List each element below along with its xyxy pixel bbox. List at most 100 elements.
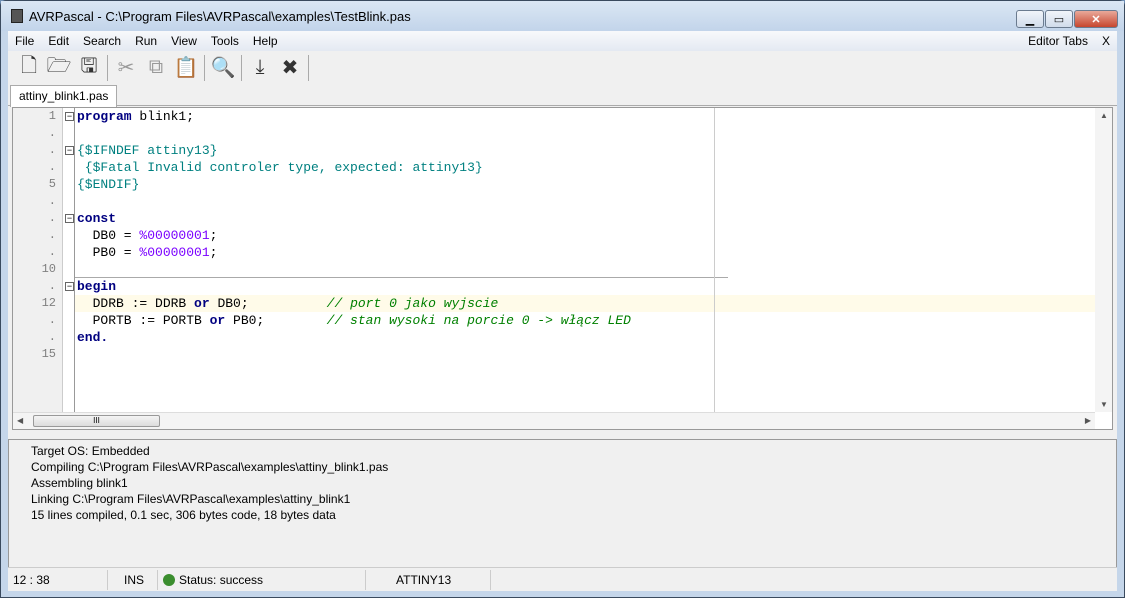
code-token: DB0 = (77, 228, 140, 243)
code-token: {$IFNDEF attiny13} (77, 143, 218, 158)
fold-toggle-icon[interactable]: − (65, 214, 74, 223)
code-token: %00000001 (139, 228, 210, 243)
menu-editor-tabs[interactable]: Editor Tabs (1021, 34, 1095, 48)
fold-toggle-icon[interactable]: − (65, 146, 74, 155)
code-token: ; (209, 228, 218, 243)
code-line[interactable] (75, 261, 1095, 278)
code-line[interactable] (75, 193, 1095, 210)
menu-tools[interactable]: Tools (204, 34, 246, 48)
output-panel: Target OS: Embedded Compiling C:\Program … (8, 439, 1117, 568)
output-line: Target OS: Embedded (31, 444, 150, 458)
code-token: PB0 = (77, 245, 140, 260)
insert-mode: INS (108, 569, 158, 590)
line-number: 10 (41, 262, 56, 276)
output-line: Linking C:\Program Files\AVRPascal\examp… (31, 492, 351, 506)
line-number: 12 (41, 296, 56, 310)
toolbar-separator (241, 54, 242, 81)
line-number: . (48, 330, 56, 344)
code-line[interactable] (75, 125, 1095, 142)
toolbar: 🗋 🗁 🖫 ✂ ⧉ 📋 🔍 ⤓ ✖ (8, 51, 1117, 84)
code-editor[interactable]: 1... 5.... 10. 12.. 15 − − − − program blink… (12, 107, 1113, 430)
code-token: begin (77, 279, 117, 294)
code-line[interactable]: DB0 = %00000001; (75, 227, 1095, 244)
menu-file[interactable]: File (8, 34, 41, 48)
copy-icon[interactable]: ⧉ (141, 54, 171, 82)
tab-attiny-blink1[interactable]: attiny_blink1.pas (10, 85, 118, 107)
app-window: AVRPascal - C:\Program Files\AVRPascal\e… (0, 0, 1125, 598)
upload-icon[interactable]: ⤓ (245, 54, 275, 82)
line-number: 1 (48, 109, 56, 123)
open-folder-icon[interactable]: 🗁 (44, 54, 74, 82)
maximize-button[interactable]: ▭ (1045, 10, 1073, 28)
line-number: . (48, 126, 56, 140)
code-line[interactable]: const (75, 210, 1095, 227)
status-indicator-icon (163, 573, 175, 586)
editor-tabs: attiny_blink1.pas (8, 84, 1117, 107)
window-title: AVRPascal - C:\Program Files\AVRPascal\e… (29, 8, 411, 24)
menu-search[interactable]: Search (76, 34, 128, 48)
close-button[interactable]: ✕ (1074, 10, 1118, 28)
code-token: PORTB := PORTB (77, 313, 210, 328)
menu-edit[interactable]: Edit (41, 34, 76, 48)
menu-help[interactable]: Help (246, 34, 285, 48)
line-number: 5 (48, 177, 56, 191)
target-device: ATTINY13 (366, 569, 491, 590)
code-token: program (77, 109, 132, 124)
toolbar-separator (107, 54, 108, 81)
menu-run[interactable]: Run (128, 34, 164, 48)
output-line: 15 lines compiled, 0.1 sec, 306 bytes co… (31, 508, 336, 522)
code-token: blink1; (131, 109, 195, 124)
scrollbar-thumb[interactable]: III (33, 415, 160, 427)
fold-column: − − − − (63, 108, 75, 412)
code-token: {$Fatal Invalid controler type, expected… (77, 160, 483, 175)
code-line[interactable]: end. (75, 329, 1095, 346)
fold-toggle-icon[interactable]: − (65, 112, 74, 121)
paste-icon[interactable]: 📋 (171, 54, 201, 82)
code-token: PB0; (225, 313, 327, 328)
new-file-icon[interactable]: 🗋 (14, 54, 44, 82)
cursor-position: 12 : 38 (8, 569, 108, 590)
code-line[interactable]: DDRB := DDRB or DB0; // port 0 jako wyjs… (75, 295, 1095, 312)
app-icon (11, 9, 23, 23)
code-line[interactable]: {$IFNDEF attiny13} (75, 142, 1095, 159)
code-token: end. (77, 330, 109, 345)
code-token: %00000001 (139, 245, 210, 260)
menu-view[interactable]: View (164, 34, 204, 48)
line-number: . (48, 143, 56, 157)
line-number: . (48, 211, 56, 225)
line-number-gutter: 1... 5.... 10. 12.. 15 (13, 108, 63, 412)
code-line[interactable] (75, 346, 1095, 363)
horizontal-scrollbar[interactable]: ◀ III ▶ (13, 412, 1095, 429)
code-token: ; (209, 245, 218, 260)
code-line[interactable]: {$ENDIF} (75, 176, 1095, 193)
code-token: const (77, 211, 117, 226)
code-token: // port 0 jako wyjscie (326, 296, 499, 311)
code-area[interactable]: program blink1; {$IFNDEF attiny13} {$Fata… (75, 108, 1095, 412)
output-line: Assembling blink1 (31, 476, 128, 490)
vertical-scrollbar[interactable]: ▲ ▼ (1095, 108, 1112, 412)
toolbar-separator (204, 54, 205, 81)
code-line[interactable]: program blink1; (75, 108, 1095, 125)
menu-bar: File Edit Search Run View Tools Help Edi… (8, 31, 1117, 51)
line-number: . (48, 279, 56, 293)
code-line[interactable]: {$Fatal Invalid controler type, expected… (75, 159, 1095, 176)
save-icon[interactable]: 🖫 (74, 54, 104, 82)
code-token: DB0; (209, 296, 327, 311)
menu-close-tab[interactable]: X (1095, 34, 1117, 48)
minimize-button[interactable]: ▁ (1016, 10, 1044, 28)
code-line[interactable]: PB0 = %00000001; (75, 244, 1095, 261)
code-line[interactable]: PORTB := PORTB or PB0; // stan wysoki na… (75, 312, 1095, 329)
fold-toggle-icon[interactable]: − (65, 282, 74, 291)
status-bar: 12 : 38 INS Status: success ATTINY13 (8, 567, 1117, 591)
line-number: . (48, 228, 56, 242)
cut-icon[interactable]: ✂ (111, 54, 141, 82)
toolbar-separator (308, 54, 309, 81)
line-number: . (48, 245, 56, 259)
right-margin-line (714, 108, 715, 412)
code-token: DDRB := DDRB (77, 296, 195, 311)
code-token: or (209, 313, 226, 328)
tools-icon[interactable]: ✖ (275, 54, 305, 82)
code-line[interactable]: begin (75, 278, 1095, 295)
search-icon[interactable]: 🔍 (208, 54, 238, 82)
line-number: . (48, 313, 56, 327)
